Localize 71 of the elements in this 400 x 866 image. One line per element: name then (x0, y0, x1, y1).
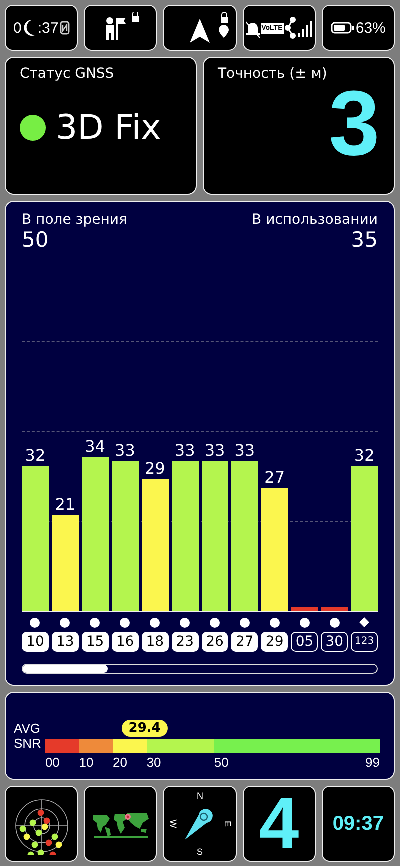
snr-value-bubble: 29.4 (122, 720, 168, 737)
dot-icon (60, 618, 70, 628)
widget-tile[interactable]: 4 (242, 786, 316, 862)
in-view-label: В поле зрения (22, 212, 128, 228)
satellite-id: 15 (82, 632, 109, 652)
north-label: N (196, 791, 204, 801)
dot-icon (330, 618, 340, 628)
bar-value: 34 (85, 436, 106, 457)
in-view-count: 50 (22, 228, 50, 252)
widget-tile[interactable]: N W E S (163, 786, 237, 862)
scale-label: 10 (79, 755, 94, 770)
widget-tile[interactable] (5, 786, 78, 862)
satellite-id: 05 (291, 632, 318, 652)
satellite-id: 27 (231, 632, 258, 652)
bar-value: 33 (234, 441, 256, 462)
satellite-id: 13 (52, 632, 79, 652)
bar-value: 32 (25, 446, 46, 466)
in-use-label: В использовании (252, 212, 378, 228)
moon-icon (22, 19, 37, 37)
dot-icon (180, 618, 190, 628)
card-title: Статус GNSS (20, 66, 116, 82)
share-signal-icon (284, 16, 313, 40)
satellite-id: 10 (22, 632, 49, 652)
scale-label: 20 (113, 755, 128, 770)
satellite-id: 123 (351, 632, 378, 652)
satellite-id: 30 (321, 632, 348, 652)
accuracy-value: 3 (328, 78, 380, 170)
scale-label: 30 (146, 755, 162, 770)
east-label: E (222, 821, 233, 827)
satellite-id: 18 (142, 632, 169, 652)
dot-icon (240, 618, 250, 628)
bar-value: 27 (264, 468, 286, 488)
compass-needle-icon (182, 807, 213, 841)
south-label: S (196, 847, 203, 857)
west-label: W (168, 820, 178, 828)
dot-icon (30, 618, 40, 628)
scale-label: 00 (45, 755, 60, 770)
widget-tile[interactable] (84, 786, 158, 862)
bar-value: 33 (115, 441, 136, 462)
avg-label: AVG (14, 721, 42, 736)
satellite-count: 4 (259, 788, 300, 860)
in-use-count: 35 (351, 228, 378, 252)
widget-tile[interactable]: 09:37 (322, 786, 395, 862)
battery-icon (330, 21, 355, 35)
clock-text: 0 (13, 20, 22, 36)
scale-label: 50 (214, 755, 229, 770)
dot-icon (150, 618, 160, 628)
bar-value: 32 (354, 446, 375, 466)
satellite-id: 23 (172, 632, 199, 652)
signal-bar (321, 606, 348, 611)
satellite-id: 29 (261, 632, 288, 652)
fix-status-text: 3D Fix (56, 108, 162, 148)
dot-icon (270, 618, 280, 628)
dot-icon (210, 618, 220, 628)
signal-bar (291, 606, 318, 611)
bar-value: 33 (204, 441, 226, 462)
bar-value: 33 (174, 441, 196, 462)
satellite-id: 26 (202, 632, 228, 652)
bar-value: 29 (144, 459, 166, 480)
battery-text: 63% (356, 20, 386, 36)
satellite-id: 16 (112, 632, 139, 652)
clock-text: :37 (38, 20, 59, 36)
clock-text: 09:37 (332, 812, 384, 836)
snr-label: SNR (14, 736, 42, 751)
dot-icon (300, 618, 310, 628)
dot-icon (120, 618, 130, 628)
nfc-icon (60, 21, 70, 35)
bar-value: 21 (55, 495, 76, 516)
scale-label: 99 (366, 755, 380, 770)
dot-icon (90, 618, 100, 628)
card-title: Точность (± м) (218, 66, 328, 82)
